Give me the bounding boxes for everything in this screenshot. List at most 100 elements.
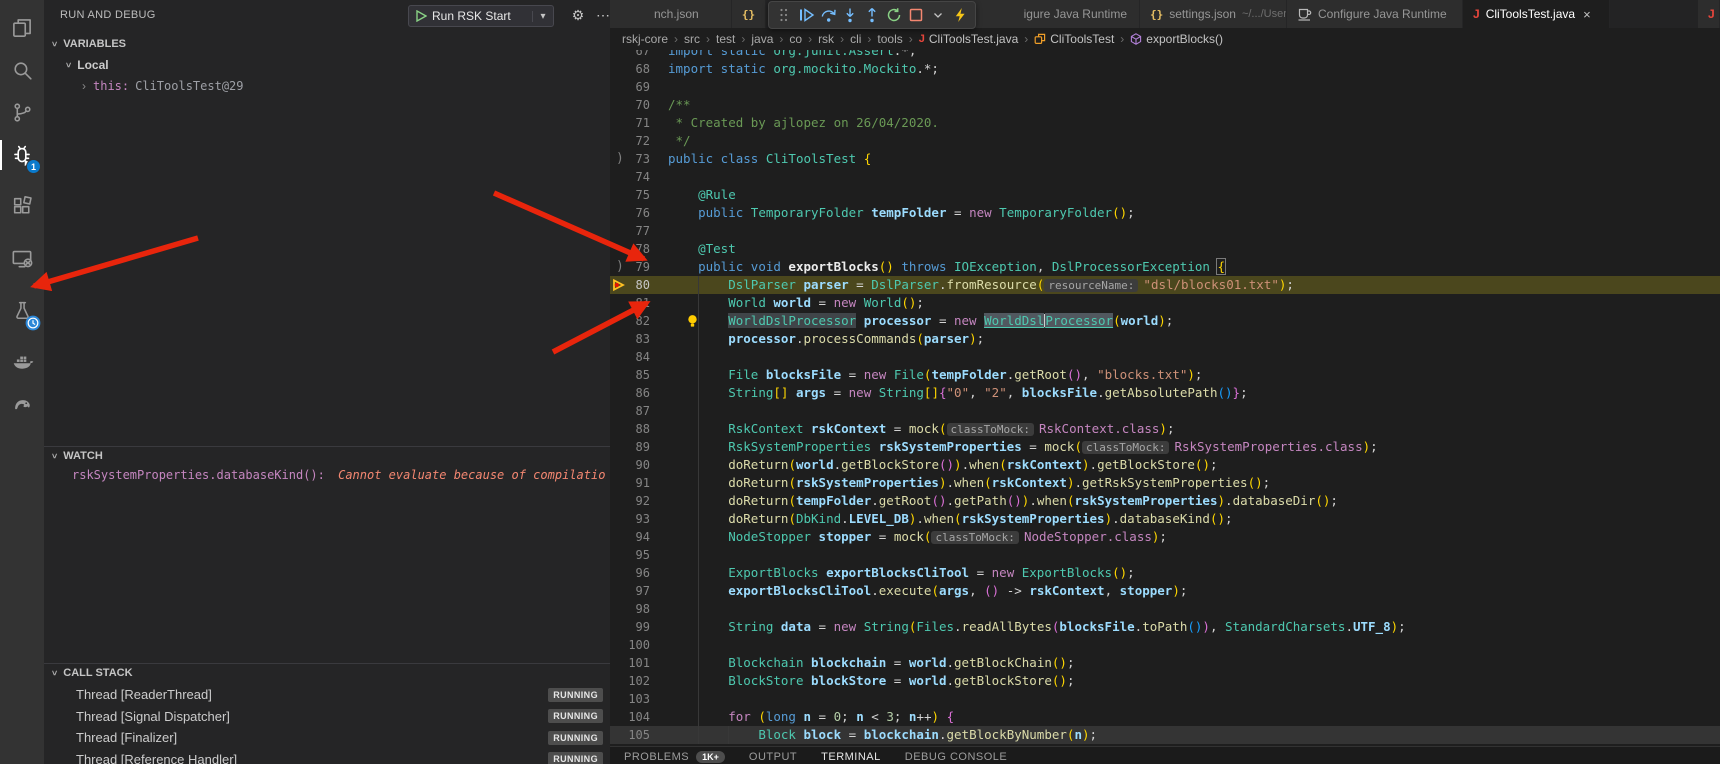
tab-configure-java-runtime[interactable]: Configure Java Runtime xyxy=(1287,0,1463,28)
hot-code-replace-button[interactable] xyxy=(949,4,971,26)
line-number[interactable]: 93 xyxy=(618,510,650,528)
tab-nch-json[interactable]: nch.json xyxy=(610,0,732,28)
tab-clitoolstest-java[interactable]: JCliToolsTest.java× xyxy=(1463,0,1610,28)
docker-icon[interactable] xyxy=(6,345,38,377)
toolbar-drag-handle-icon[interactable] xyxy=(773,4,795,26)
line-number[interactable]: 88 xyxy=(618,420,650,438)
testing-icon[interactable] xyxy=(6,295,38,327)
line-number[interactable]: 72 xyxy=(618,132,650,150)
panel-tab-terminal[interactable]: TERMINAL xyxy=(821,751,881,763)
line-number[interactable]: 97 xyxy=(618,582,650,600)
testing-pending-badge xyxy=(25,315,41,330)
breadcrumb-item-clitoolstest-java[interactable]: JCliToolsTest.java xyxy=(919,32,1019,46)
breadcrumb-item-test[interactable]: test xyxy=(716,32,735,46)
run-config-chevron-icon[interactable]: ▾ xyxy=(532,11,553,22)
call-stack-thread-row[interactable]: Thread [Finalizer]RUNNING xyxy=(44,728,610,747)
line-number[interactable]: 90 xyxy=(618,456,650,474)
line-number[interactable]: 105 xyxy=(618,726,650,744)
run-and-debug-icon[interactable]: 1 xyxy=(6,139,38,171)
line-number[interactable]: 68 xyxy=(618,60,650,78)
line-number[interactable]: 74 xyxy=(618,168,650,186)
source-control-icon[interactable] xyxy=(6,96,38,128)
breadcrumb-item-tools[interactable]: tools xyxy=(877,32,902,46)
line-number[interactable]: 103 xyxy=(618,690,650,708)
restart-button[interactable] xyxy=(883,4,905,26)
editor-group: 67import static org.junit.Assert.*;68imp… xyxy=(610,0,1720,764)
call-stack-thread-row[interactable]: Thread [ReaderThread]RUNNING xyxy=(44,685,610,704)
line-number[interactable]: 75 xyxy=(618,186,650,204)
search-icon[interactable] xyxy=(6,54,38,86)
line-number[interactable]: 102 xyxy=(618,672,650,690)
call-stack-thread-row[interactable]: Thread [Signal Dispatcher]RUNNING xyxy=(44,707,610,726)
extensions-icon[interactable] xyxy=(6,190,38,222)
line-number[interactable]: 78 xyxy=(618,240,650,258)
panel-tab-output[interactable]: OUTPUT xyxy=(749,751,797,763)
code-line-75: 75 @Rule xyxy=(610,186,1720,204)
stop-button[interactable] xyxy=(905,4,927,26)
line-number[interactable]: 81 xyxy=(618,294,650,312)
line-number[interactable]: 92 xyxy=(618,492,650,510)
line-number[interactable]: 91 xyxy=(618,474,650,492)
line-number[interactable]: 86 xyxy=(618,384,650,402)
close-icon[interactable]: × xyxy=(1583,7,1591,22)
line-number[interactable]: 84 xyxy=(618,348,650,366)
breadcrumb-item-rskj-core[interactable]: rskj-core xyxy=(622,32,668,46)
line-number[interactable]: 76 xyxy=(618,204,650,222)
code-editor[interactable]: 67import static org.junit.Assert.*;68imp… xyxy=(610,0,1720,746)
line-number[interactable]: 80 xyxy=(618,276,650,294)
breadcrumb-item-clitoolstest[interactable]: CliToolsTest xyxy=(1034,32,1114,46)
remote-explorer-icon[interactable] xyxy=(6,242,38,274)
continue-button[interactable] xyxy=(795,4,817,26)
variables-section-header[interactable]: > VARIABLES xyxy=(44,35,610,52)
gear-icon[interactable]: ⚙ xyxy=(568,7,588,24)
line-number[interactable]: 87 xyxy=(618,402,650,420)
variables-scope-local[interactable]: > Local xyxy=(66,58,109,72)
watch-expression-row[interactable]: rskSystemProperties.databaseKind(): Cann… xyxy=(72,466,606,484)
call-stack-section-header[interactable]: > CALL STACK xyxy=(44,663,610,681)
json-file-icon: {} xyxy=(1150,8,1163,21)
line-number[interactable]: 69 xyxy=(618,78,650,96)
breadcrumb-item-rsk[interactable]: rsk xyxy=(818,32,834,46)
panel-tab-debug-console[interactable]: DEBUG CONSOLE xyxy=(905,751,1007,763)
tab-settings-json[interactable]: {}settings.json~/.../User xyxy=(1140,0,1287,28)
gradle-icon[interactable] xyxy=(6,387,38,419)
line-number[interactable]: 95 xyxy=(618,546,650,564)
watch-section-header[interactable]: > WATCH xyxy=(44,446,610,464)
call-stack-thread-row[interactable]: Thread [Reference Handler]RUNNING xyxy=(44,750,610,764)
tab-j[interactable]: J xyxy=(1698,0,1720,28)
breadcrumb-item-exportblocks-[interactable]: exportBlocks() xyxy=(1130,32,1223,46)
tab-label: {} xyxy=(742,8,755,21)
line-number[interactable]: 77 xyxy=(618,222,650,240)
panel-tab-problems[interactable]: PROBLEMS1K+ xyxy=(624,751,725,763)
breadcrumb-item-cli[interactable]: cli xyxy=(850,32,861,46)
line-number[interactable]: 100 xyxy=(618,636,650,654)
step-out-button[interactable] xyxy=(861,4,883,26)
line-number[interactable]: 73 xyxy=(618,150,650,168)
breadcrumb-item-co[interactable]: co xyxy=(789,32,802,46)
breadcrumb-item-java[interactable]: java xyxy=(751,32,773,46)
line-number[interactable]: 101 xyxy=(618,654,650,672)
line-number[interactable]: 71 xyxy=(618,114,650,132)
line-number[interactable]: 79 xyxy=(618,258,650,276)
line-number[interactable]: 85 xyxy=(618,366,650,384)
line-number[interactable]: 98 xyxy=(618,600,650,618)
line-number[interactable]: 104 xyxy=(618,708,650,726)
line-number[interactable]: 70 xyxy=(618,96,650,114)
explorer-icon[interactable] xyxy=(6,12,38,44)
step-into-button[interactable] xyxy=(839,4,861,26)
line-number[interactable]: 83 xyxy=(618,330,650,348)
breadcrumb-item-src[interactable]: src xyxy=(684,32,700,46)
line-number[interactable]: 96 xyxy=(618,564,650,582)
code-line-90: 90 doReturn(world.getBlockStore()).when(… xyxy=(610,456,1720,474)
step-over-button[interactable] xyxy=(817,4,839,26)
breadcrumb-separator: › xyxy=(909,32,913,46)
line-number[interactable]: 99 xyxy=(618,618,650,636)
stop-chevron-button[interactable] xyxy=(927,4,949,26)
line-number[interactable]: 82 xyxy=(618,312,650,330)
variable-this-row[interactable]: › this: CliToolsTest@29 xyxy=(82,79,244,93)
tab--[interactable]: {} xyxy=(732,0,766,28)
code-line-93: 93 doReturn(DbKind.LEVEL_DB).when(rskSys… xyxy=(610,510,1720,528)
line-number[interactable]: 89 xyxy=(618,438,650,456)
run-config-button[interactable]: Run RSK Start ▾ xyxy=(408,5,554,27)
line-number[interactable]: 94 xyxy=(618,528,650,546)
